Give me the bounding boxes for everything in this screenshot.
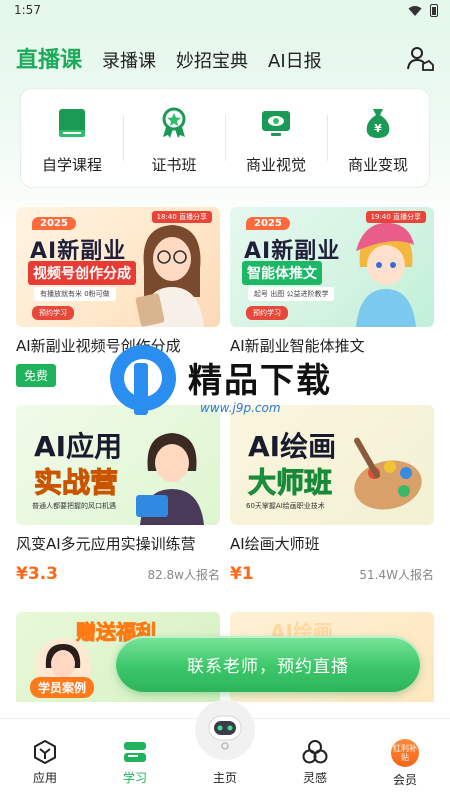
study-stack-icon <box>124 742 146 762</box>
home-robot-button[interactable] <box>195 700 255 760</box>
course-card[interactable]: AI绘画 大师班 60天掌握AI绘画职业技术 AI绘画大师班 ¥1 51.4W人… <box>230 405 434 584</box>
thumb-tags: 有播放就有米 0粉可做 <box>34 287 116 301</box>
course-card[interactable]: 2025 19:40 直播分享 AI新副业 智能体推文 起号 出图 公益进阶教学… <box>230 207 434 356</box>
thumb-headline: AI应用 <box>34 430 123 463</box>
watermark-brand: 精品下载 <box>188 361 332 401</box>
category-certificate[interactable]: 证书班 <box>123 89 225 187</box>
category-card: 自学课程 证书班 商业视觉 ¥ 商业变现 <box>20 88 430 188</box>
course-title[interactable]: AI绘画大师班 <box>230 533 434 554</box>
hexagon-cube-icon <box>34 739 56 765</box>
monitor-eye-icon <box>262 111 290 136</box>
category-label: 商业视觉 <box>245 156 306 174</box>
nav-apps[interactable]: 应用 <box>0 719 90 800</box>
thumb-subheadline: 智能体推文 <box>242 261 322 285</box>
nav-label: 学习 <box>122 771 147 785</box>
status-time: 1:57 <box>14 3 41 17</box>
signup-count: 51.4W人报名 <box>359 567 434 582</box>
course-thumbnail[interactable]: 2025 18:40 直播分享 AI新副业 视频号创作分成 有播放就有米 0粉可… <box>16 207 220 327</box>
category-business-visual[interactable]: 商业视觉 <box>225 89 327 187</box>
nav-study[interactable]: 学习 <box>90 719 180 800</box>
category-self-study[interactable]: 自学课程 <box>21 89 123 187</box>
contact-teacher-button[interactable]: 联系老师，预约直播 <box>116 636 420 692</box>
nav-label: 灵感 <box>302 771 327 785</box>
watermark-url: www.j9p.com <box>200 401 281 415</box>
character-illustration <box>356 222 416 327</box>
thumb-tagline: 60天掌握AI绘画职业技术 <box>246 502 325 510</box>
thumb-subheadline: 实战营 <box>33 466 119 500</box>
wifi-icon <box>408 5 422 16</box>
circles-icon <box>302 740 328 764</box>
category-label: 自学课程 <box>41 156 102 174</box>
thumb-reserve-button: 预约学习 <box>246 306 288 320</box>
thumb-reserve-button: 预约学习 <box>32 306 74 320</box>
thumb-tagline: 普通人都要把握的风口机遇 <box>32 502 116 510</box>
award-icon <box>162 107 186 138</box>
tab-recorded-course[interactable]: 录播课 <box>102 47 156 73</box>
battery-icon <box>430 4 438 17</box>
nav-inspiration[interactable]: 灵感 <box>270 719 360 800</box>
watermark-logo-stem <box>134 363 148 415</box>
course-price: ¥3.3 <box>16 564 58 584</box>
instructor-illustration <box>136 433 204 525</box>
tab-ai-daily[interactable]: AI日报 <box>268 47 322 73</box>
nav-label: 主页 <box>212 771 237 785</box>
student-case-label[interactable]: 学员案例 <box>30 677 95 698</box>
tab-tips[interactable]: 妙招宝典 <box>176 47 248 73</box>
top-tabs: 直播课 录播课 妙招宝典 AI日报 <box>16 42 322 74</box>
status-icons <box>408 4 438 17</box>
money-bag-icon: ¥ <box>366 109 390 138</box>
status-bar: 1:57 <box>0 0 450 24</box>
thumb-year-badge: 2025 <box>32 217 76 230</box>
price-row: ¥1 51.4W人报名 <box>230 564 434 584</box>
signup-count: 82.8w人报名 <box>147 567 220 582</box>
course-title[interactable]: 风变AI多元应用实操训练营 <box>16 533 220 554</box>
nav-label: 应用 <box>32 771 57 785</box>
thumb-subheadline: 大师班 <box>247 466 333 500</box>
category-monetization[interactable]: ¥ 商业变现 <box>327 89 429 187</box>
category-label: 商业变现 <box>347 156 408 174</box>
category-label: 证书班 <box>151 156 197 174</box>
instructor-illustration <box>135 225 204 327</box>
vip-badge-icon: 红利补贴 <box>391 739 419 767</box>
thumb-subheadline: 视频号创作分成 <box>28 261 136 285</box>
book-icon <box>59 109 85 137</box>
nav-label: 会员 <box>392 773 417 787</box>
course-thumbnail[interactable]: 2025 19:40 直播分享 AI新副业 智能体推文 起号 出图 公益进阶教学… <box>230 207 434 327</box>
course-price: ¥1 <box>230 564 254 584</box>
robot-icon <box>208 715 242 750</box>
thumb-headline: AI绘画 <box>248 430 337 463</box>
palette-illustration <box>354 437 422 510</box>
tab-live-course[interactable]: 直播课 <box>16 42 82 74</box>
thumb-tags: 起号 出图 公益进阶教学 <box>248 287 335 301</box>
course-card[interactable]: AI应用 实战营 普通人都要把握的风口机遇 风变AI多元应用实操训练营 ¥3.3… <box>16 405 220 584</box>
price-row: ¥3.3 82.8w人报名 <box>16 564 220 584</box>
free-tag: 免费 <box>16 364 57 387</box>
user-profile-icon[interactable] <box>406 44 434 72</box>
svg-text:¥: ¥ <box>374 122 382 135</box>
nav-vip[interactable]: 红利补贴 会员 <box>360 719 450 800</box>
thumb-year-badge: 2025 <box>246 217 290 230</box>
watermark: 精品下载 www.j9p.com <box>110 345 360 430</box>
